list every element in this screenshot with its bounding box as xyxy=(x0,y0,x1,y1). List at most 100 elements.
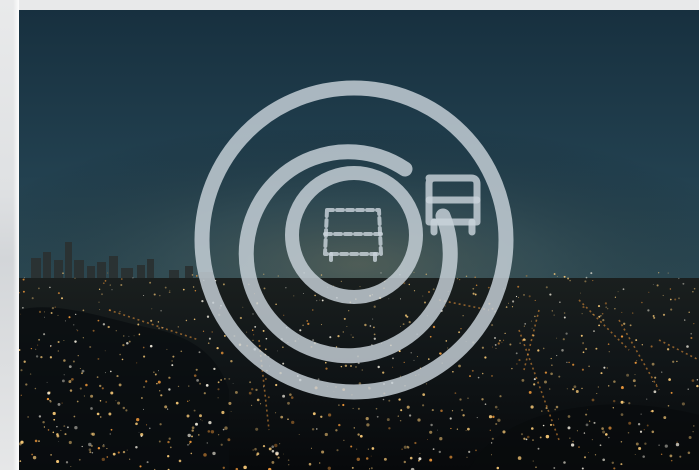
city-light xyxy=(586,409,588,411)
city-light xyxy=(35,355,39,358)
city-light xyxy=(499,395,502,398)
city-light xyxy=(614,296,617,298)
city-light xyxy=(24,277,25,279)
city-light xyxy=(112,452,116,456)
city-light xyxy=(380,272,382,274)
city-light xyxy=(676,441,678,443)
city-light xyxy=(101,457,105,462)
city-light xyxy=(581,368,584,371)
city-light xyxy=(687,451,691,455)
city-light xyxy=(69,389,73,392)
city-light xyxy=(686,345,689,348)
city-light xyxy=(338,423,341,427)
city-light xyxy=(388,399,391,402)
city-light xyxy=(110,391,114,395)
city-light xyxy=(96,412,100,416)
city-light xyxy=(256,398,260,402)
city-light xyxy=(623,401,625,403)
city-light xyxy=(206,442,209,444)
city-light xyxy=(282,346,284,348)
city-light xyxy=(282,362,285,365)
city-light xyxy=(251,404,253,406)
city-light xyxy=(471,369,474,372)
city-light xyxy=(449,417,452,420)
city-light xyxy=(23,360,26,363)
city-light xyxy=(25,383,28,386)
city-light xyxy=(76,329,78,330)
city-light xyxy=(472,287,475,290)
city-light xyxy=(425,273,428,276)
city-light xyxy=(252,334,255,336)
city-light xyxy=(62,272,64,274)
city-light xyxy=(459,398,462,401)
city-light xyxy=(605,306,607,308)
city-light xyxy=(439,437,443,441)
city-light xyxy=(98,288,101,290)
city-light xyxy=(532,460,534,462)
city-light xyxy=(198,351,201,354)
city-light xyxy=(139,465,142,468)
city-light xyxy=(534,315,536,318)
city-light xyxy=(30,347,33,350)
city-light xyxy=(336,449,339,452)
city-light xyxy=(634,361,637,364)
city-light xyxy=(403,460,407,464)
city-light xyxy=(158,327,161,330)
city-light xyxy=(584,280,587,283)
city-light xyxy=(38,310,42,313)
city-light xyxy=(344,364,348,368)
city-light xyxy=(255,427,259,431)
city-light xyxy=(542,347,545,350)
city-light xyxy=(554,408,557,411)
city-light xyxy=(432,288,435,291)
city-light xyxy=(545,286,548,289)
city-light xyxy=(121,278,123,280)
city-light xyxy=(271,445,275,449)
city-light xyxy=(664,444,668,448)
city-light xyxy=(403,361,405,363)
city-light xyxy=(79,368,81,370)
city-light xyxy=(466,456,468,458)
city-light xyxy=(489,429,491,431)
city-light xyxy=(692,291,694,293)
city-light xyxy=(392,366,394,368)
city-light xyxy=(224,426,228,430)
city-light xyxy=(651,362,655,366)
city-light xyxy=(658,272,660,274)
city-light xyxy=(198,434,200,436)
city-light xyxy=(429,458,433,462)
city-light xyxy=(533,378,536,381)
city-light xyxy=(520,433,524,436)
city-light xyxy=(73,324,75,326)
city-light xyxy=(146,424,148,426)
city-light xyxy=(357,433,360,436)
city-light xyxy=(526,435,530,439)
city-light xyxy=(523,437,526,440)
city-light xyxy=(690,332,693,335)
city-light xyxy=(166,408,169,410)
city-light xyxy=(38,287,40,290)
city-light xyxy=(641,301,643,304)
city-light xyxy=(357,407,360,410)
city-light xyxy=(620,400,624,404)
city-light xyxy=(359,286,361,288)
city-light xyxy=(427,439,428,441)
city-light xyxy=(476,417,478,419)
city-light xyxy=(582,351,585,354)
city-light xyxy=(533,383,536,386)
city-light xyxy=(555,405,559,409)
city-light xyxy=(57,350,59,352)
city-light xyxy=(600,372,603,375)
city-light xyxy=(217,388,220,391)
city-light xyxy=(52,431,55,434)
city-light xyxy=(349,364,353,368)
city-light xyxy=(50,454,52,456)
city-light xyxy=(222,466,225,469)
city-light xyxy=(63,425,66,428)
city-light xyxy=(288,464,290,466)
city-light xyxy=(580,334,583,337)
city-light xyxy=(201,420,203,422)
city-light xyxy=(320,324,323,326)
city-light xyxy=(200,419,202,421)
city-light xyxy=(221,410,225,415)
